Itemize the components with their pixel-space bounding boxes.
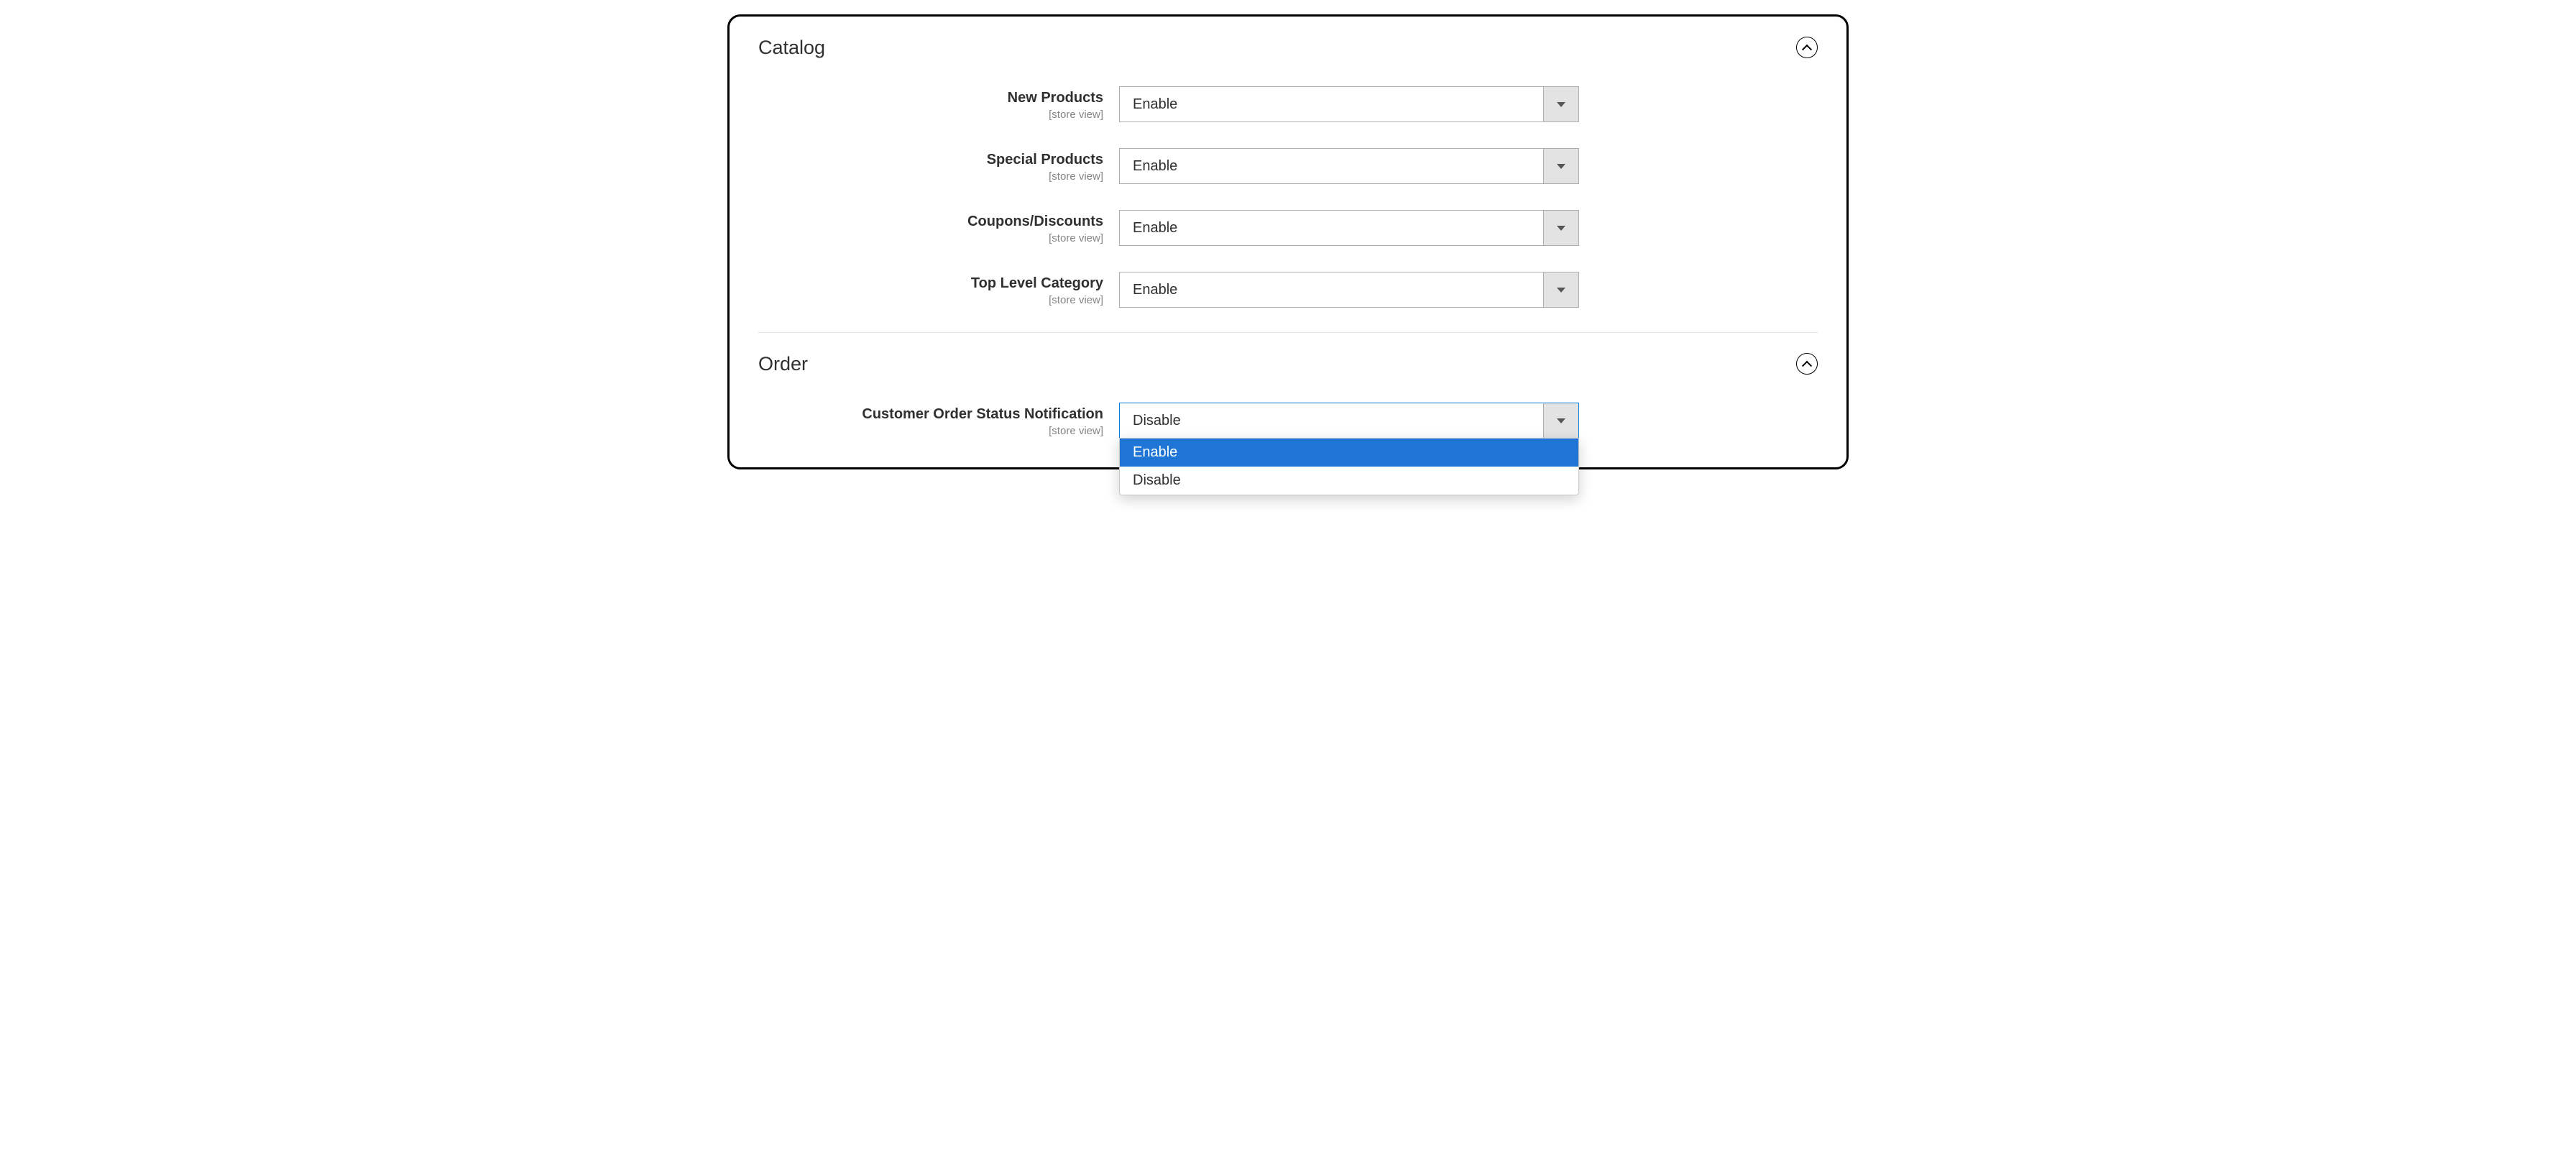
section-title-order: Order	[758, 353, 1818, 375]
select-value[interactable]: Enable	[1119, 210, 1579, 246]
field-label: Special Products	[758, 151, 1103, 169]
config-panel: Catalog New Products [store view] Enable…	[727, 14, 1849, 469]
select-value[interactable]: Enable	[1119, 272, 1579, 308]
select-customer-order-status[interactable]: Disable Enable Disable	[1119, 403, 1579, 439]
label-col: Customer Order Status Notification [stor…	[758, 403, 1103, 437]
section-order: Order Customer Order Status Notification…	[758, 332, 1818, 439]
scope-label: [store view]	[758, 109, 1103, 121]
order-rows: Customer Order Status Notification [stor…	[758, 403, 1818, 439]
catalog-rows: New Products [store view] Enable Special…	[758, 86, 1818, 308]
section-catalog: Catalog New Products [store view] Enable…	[758, 37, 1818, 308]
label-col: Top Level Category [store view]	[758, 272, 1103, 306]
dropdown-option-enable[interactable]: Enable	[1120, 439, 1578, 467]
scope-label: [store view]	[758, 294, 1103, 306]
dropdown-list: Enable Disable	[1119, 438, 1579, 495]
collapse-button-catalog[interactable]	[1796, 37, 1818, 58]
label-col: Special Products [store view]	[758, 148, 1103, 183]
select-value[interactable]: Enable	[1119, 148, 1579, 184]
row-coupons-discounts: Coupons/Discounts [store view] Enable	[758, 210, 1818, 246]
field-label: New Products	[758, 89, 1103, 107]
scope-label: [store view]	[758, 232, 1103, 244]
select-top-level-category[interactable]: Enable	[1119, 272, 1579, 308]
select-coupons-discounts[interactable]: Enable	[1119, 210, 1579, 246]
row-customer-order-status: Customer Order Status Notification [stor…	[758, 403, 1818, 439]
row-special-products: Special Products [store view] Enable	[758, 148, 1818, 184]
scope-label: [store view]	[758, 425, 1103, 437]
select-value[interactable]: Enable	[1119, 86, 1579, 122]
field-label: Top Level Category	[758, 275, 1103, 293]
chevron-up-icon	[1802, 45, 1812, 55]
dropdown-option-disable[interactable]: Disable	[1120, 467, 1578, 495]
label-col: New Products [store view]	[758, 86, 1103, 121]
collapse-button-order[interactable]	[1796, 353, 1818, 375]
label-col: Coupons/Discounts [store view]	[758, 210, 1103, 244]
section-title-catalog: Catalog	[758, 37, 1818, 59]
scope-label: [store view]	[758, 170, 1103, 183]
select-new-products[interactable]: Enable	[1119, 86, 1579, 122]
row-top-level-category: Top Level Category [store view] Enable	[758, 272, 1818, 308]
field-label: Customer Order Status Notification	[758, 405, 1103, 423]
chevron-up-icon	[1802, 361, 1812, 371]
select-special-products[interactable]: Enable	[1119, 148, 1579, 184]
select-value[interactable]: Disable	[1119, 403, 1579, 439]
row-new-products: New Products [store view] Enable	[758, 86, 1818, 122]
field-label: Coupons/Discounts	[758, 213, 1103, 231]
